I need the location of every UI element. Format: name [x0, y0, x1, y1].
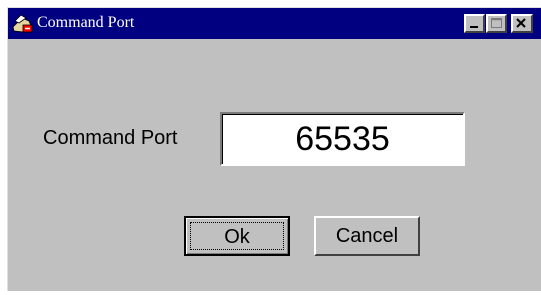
- window-title: Command Port: [37, 14, 135, 31]
- cancel-button[interactable]: Cancel: [314, 216, 420, 256]
- close-icon: [516, 18, 526, 28]
- ok-button[interactable]: Ok: [184, 216, 290, 256]
- ok-button-label: Ok: [190, 222, 284, 250]
- command-port-input[interactable]: [220, 112, 465, 166]
- maximize-icon: [491, 18, 502, 28]
- command-port-dialog: Command Port Command Port Ok Cancel: [7, 7, 541, 291]
- app-icon: [12, 12, 34, 34]
- title-bar[interactable]: Command Port: [8, 8, 541, 39]
- minimize-button[interactable]: [464, 14, 485, 33]
- close-button[interactable]: [511, 14, 533, 33]
- minimize-icon: [470, 26, 478, 28]
- command-port-label: Command Port: [43, 127, 178, 149]
- maximize-button[interactable]: [486, 14, 507, 33]
